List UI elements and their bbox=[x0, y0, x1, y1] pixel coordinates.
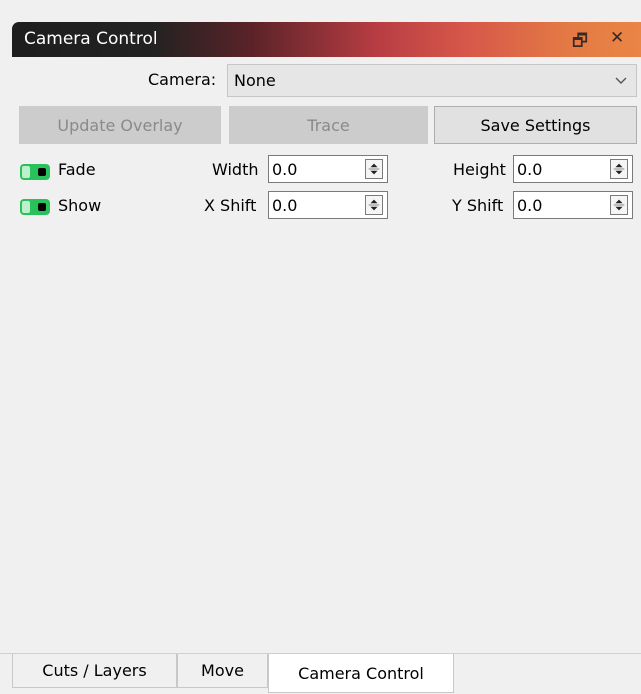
panel-title-bar[interactable]: Camera Control 🗗 ✕ bbox=[12, 22, 641, 57]
close-icon[interactable]: ✕ bbox=[610, 28, 624, 48]
restore-icon[interactable]: 🗗 bbox=[572, 28, 588, 57]
spin-arrows-icon[interactable] bbox=[365, 195, 383, 215]
y-shift-value: 0.0 bbox=[517, 196, 543, 215]
show-toggle[interactable] bbox=[20, 199, 50, 215]
x-shift-label: X Shift bbox=[204, 196, 257, 215]
width-spinbox[interactable]: 0.0 bbox=[268, 155, 388, 183]
camera-label: Camera: bbox=[148, 70, 217, 89]
fade-toggle[interactable] bbox=[20, 164, 50, 180]
show-label: Show bbox=[58, 196, 102, 215]
update-overlay-button[interactable]: Update Overlay bbox=[19, 106, 221, 144]
height-spinbox[interactable]: 0.0 bbox=[513, 155, 633, 183]
y-shift-label: Y Shift bbox=[452, 196, 504, 215]
chevron-down-icon bbox=[615, 77, 627, 84]
tab-camera-control[interactable]: Camera Control bbox=[268, 654, 454, 693]
panel-title: Camera Control bbox=[24, 29, 158, 49]
spin-arrows-icon[interactable] bbox=[610, 159, 628, 179]
tab-move[interactable]: Move bbox=[177, 654, 268, 688]
spin-arrows-icon[interactable] bbox=[610, 195, 628, 215]
fade-label: Fade bbox=[58, 160, 96, 179]
width-label: Width bbox=[212, 160, 259, 179]
trace-button[interactable]: Trace bbox=[229, 106, 428, 144]
height-value: 0.0 bbox=[517, 160, 543, 179]
save-settings-button[interactable]: Save Settings bbox=[434, 106, 637, 144]
tab-cuts-layers[interactable]: Cuts / Layers bbox=[12, 654, 177, 688]
height-label: Height bbox=[453, 160, 506, 179]
camera-control-panel bbox=[12, 57, 641, 653]
y-shift-spinbox[interactable]: 0.0 bbox=[513, 191, 633, 219]
width-value: 0.0 bbox=[272, 160, 298, 179]
x-shift-spinbox[interactable]: 0.0 bbox=[268, 191, 388, 219]
camera-select[interactable]: None bbox=[227, 64, 637, 97]
x-shift-value: 0.0 bbox=[272, 196, 298, 215]
spin-arrows-icon[interactable] bbox=[365, 159, 383, 179]
camera-select-value: None bbox=[234, 71, 276, 90]
